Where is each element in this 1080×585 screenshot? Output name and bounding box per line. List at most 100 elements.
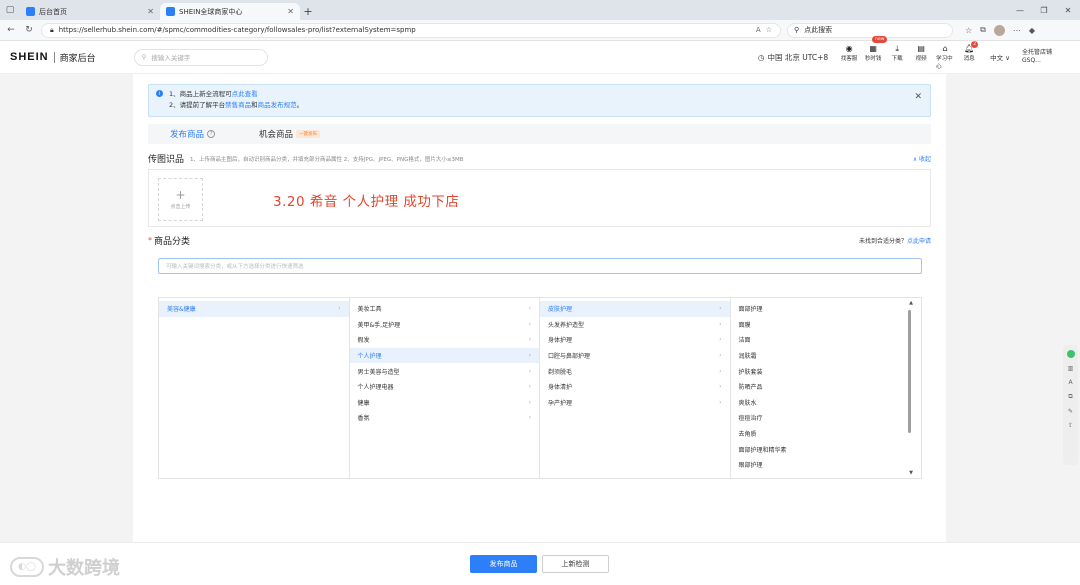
tab-opportunity-product[interactable]: 机会商品 一键发布 <box>237 128 342 140</box>
notice-line-2: 2、请提前了解平台禁售商品和商品发布规范。 <box>169 100 922 111</box>
share-icon[interactable]: ⇪ <box>1068 422 1073 429</box>
copilot-icon[interactable]: ◆ <box>1029 26 1035 35</box>
category-item[interactable]: 去角质 <box>731 426 922 442</box>
browser-search-box[interactable]: ⚲ 点此搜索 <box>787 22 953 38</box>
notice-link-prohibited[interactable]: 禁售商品 <box>225 101 251 109</box>
new-tab-icon[interactable]: + <box>300 3 316 20</box>
category-item[interactable]: 皮肤护理 › <box>540 301 730 317</box>
logo[interactable]: SHEIN <box>10 51 49 63</box>
upload-label: 点击上传 <box>170 204 191 210</box>
window-close-icon[interactable]: ✕ <box>1056 0 1080 20</box>
category-item[interactable]: 健康 › <box>350 395 540 411</box>
category-item[interactable]: 防晒产品 <box>731 379 922 395</box>
category-label: 防晒产品 <box>738 384 763 392</box>
tool-download[interactable]: ⤓ 下载 <box>888 44 906 70</box>
category-item[interactable]: 口腔与鼻部护理 › <box>540 348 730 364</box>
category-label: 面膜 <box>738 321 751 329</box>
tool-seckill[interactable]: new ▦ 秒时钱 <box>864 36 888 70</box>
tab-publish-product[interactable]: 发布商品 ? <box>148 128 237 140</box>
info-icon: i <box>156 90 163 97</box>
favorites-icon[interactable]: ☆ <box>965 26 972 35</box>
notice-link-process[interactable]: 点此查看 <box>232 90 258 98</box>
graduation-icon: ⌂ <box>942 44 948 53</box>
category-item[interactable]: 润肤霜 <box>731 348 922 364</box>
read-aloud-icon[interactable]: A <box>756 26 761 34</box>
category-item[interactable]: 面部护理和精华素 <box>731 441 922 457</box>
category-item[interactable]: 香氛 › <box>350 410 540 426</box>
tool-video[interactable]: ▤ 视频 <box>912 44 930 70</box>
category-item[interactable]: 头发养护造型 › <box>540 317 730 333</box>
category-item[interactable]: 洁面 <box>731 332 922 348</box>
category-label: 美妆工具 <box>357 306 382 314</box>
category-item[interactable]: 美容&健康 › <box>159 301 349 317</box>
category-item[interactable]: 面膜 <box>731 317 922 333</box>
category-item[interactable]: 假发 › <box>350 332 540 348</box>
status-icon[interactable] <box>1066 350 1075 358</box>
minimize-icon[interactable]: — <box>1008 0 1032 20</box>
category-item[interactable]: 痘痘治疗 <box>731 410 922 426</box>
tool-customer-service[interactable]: ◉ 找客服 <box>840 44 858 70</box>
more-icon[interactable]: ⋯ <box>1013 26 1021 35</box>
timezone[interactable]: ◷ 中国 北京 UTC+8 <box>758 52 828 63</box>
tab-title: 后台首页 <box>39 7 67 16</box>
category-item[interactable]: 爽肤水 <box>731 395 922 411</box>
category-item[interactable]: 个人护理 › <box>349 347 539 364</box>
header-search-input[interactable]: ⚲ 搜输入关键字 <box>133 48 268 66</box>
category-item[interactable]: 护肤套装 <box>731 363 922 379</box>
browser-tab-0[interactable]: 后台首页 ✕ <box>20 3 160 20</box>
app-subtitle: 商家后台 <box>59 53 96 64</box>
browser-tab-1[interactable]: SHEIN全球商家中心 ✕ <box>160 3 300 20</box>
window-menu-icon[interactable]: ▢ <box>0 0 20 20</box>
chevron-right-icon: › <box>528 367 531 375</box>
profile-avatar[interactable] <box>993 24 1005 36</box>
publish-button[interactable]: 发布商品 <box>470 555 537 573</box>
address-bar[interactable]: 🔒︎ https://sellerhub.shein.com/#/spmc/co… <box>41 22 781 38</box>
close-icon[interactable]: ✕ <box>147 7 154 16</box>
category-item[interactable]: 美甲&手,足护理 › <box>350 317 540 333</box>
header-tools: ◉ 找客服 new ▦ 秒时钱 ⤓ 下载 ▤ 视频 ⌂ 学习中心 2 🔔︎ 消息 <box>840 36 979 70</box>
help-icon[interactable]: ? <box>207 130 216 138</box>
pen-icon[interactable]: ✎ <box>1068 408 1073 415</box>
maximize-icon[interactable]: ❐ <box>1032 0 1056 20</box>
collapse-toggle[interactable]: ∧ 收起 <box>913 154 931 163</box>
copy-icon[interactable]: ⧉ <box>1068 393 1072 401</box>
close-icon[interactable]: ✕ <box>914 92 922 102</box>
category-search-input[interactable]: 可输入关键词搜索分类，或从下方选择分类进行快速筛选 <box>158 258 922 274</box>
category-label: 口腔与鼻部护理 <box>548 353 591 361</box>
category-item[interactable]: 身体清护 › <box>540 379 730 395</box>
upload-button[interactable]: + 点击上传 <box>158 178 203 221</box>
notice-link-rules[interactable]: 商品发布规范 <box>258 101 297 109</box>
category-item[interactable]: 个人护理电器 › <box>350 379 540 395</box>
tool-messages[interactable]: 2 🔔︎ 消息 <box>960 41 979 70</box>
close-icon[interactable]: ✕ <box>287 7 294 16</box>
category-item[interactable]: 男士美容与造型 › <box>350 363 540 379</box>
extensions-icon[interactable]: ⧉ <box>980 25 986 35</box>
apply-category-link[interactable]: 点此申请 <box>907 238 931 245</box>
category-item[interactable]: 面部护理 <box>731 301 922 317</box>
scroll-down-icon[interactable]: ▼ <box>909 470 913 476</box>
back-icon[interactable]: ← <box>5 24 17 36</box>
reload-icon[interactable]: ↻ <box>23 24 35 36</box>
favorite-star-icon[interactable]: ☆ <box>766 26 772 34</box>
category-item[interactable]: 美妆工具 › <box>350 301 540 317</box>
category-item[interactable]: 眼部护理 <box>731 457 922 473</box>
tool-label: 找客服 <box>840 56 858 62</box>
category-column-1: 美容&健康 › <box>159 298 350 478</box>
listing-check-button[interactable]: 上新检测 <box>542 555 609 573</box>
scrollbar-thumb[interactable] <box>908 310 911 433</box>
category-header: * 商品分类 未找到合适分类？点此申请 <box>148 234 931 247</box>
tool-learning-center[interactable]: ⌂ 学习中心 <box>936 44 954 70</box>
scroll-up-icon[interactable]: ▲ <box>909 300 913 306</box>
category-label: 去角质 <box>738 431 757 439</box>
category-item[interactable]: 剃须脱毛 › <box>540 363 730 379</box>
language-select[interactable]: 中文 ∨ <box>990 52 1010 62</box>
category-item[interactable]: 身体护理 › <box>540 332 730 348</box>
chart-icon[interactable]: ▥ <box>1068 365 1074 372</box>
chevron-right-icon: › <box>528 383 531 391</box>
store-switcher[interactable]: 全托管店铺 GSQ... <box>1022 49 1070 65</box>
chevron-right-icon: › <box>719 398 722 406</box>
browser-toolbar: ← ↻ 🔒︎ https://sellerhub.shein.com/#/spm… <box>0 20 1080 41</box>
translate-icon[interactable]: A <box>1068 379 1072 386</box>
category-item[interactable]: 孕产护理 › <box>540 395 730 411</box>
image-upload-area: + 点击上传 3.20 希音 个人护理 成功下店 <box>148 169 931 227</box>
